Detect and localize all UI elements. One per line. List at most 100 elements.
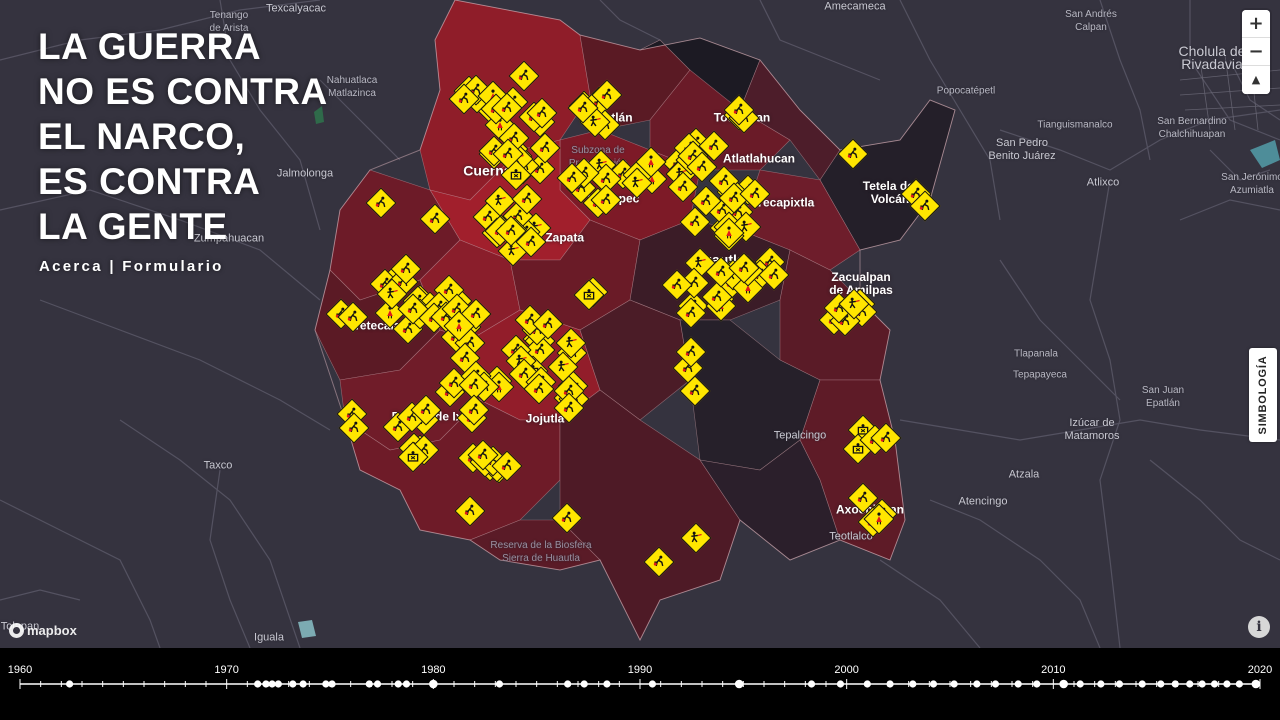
timeline-event-dot[interactable] [429,679,438,689]
sign-glyph-icon [696,160,709,173]
timeline-event-dot[interactable] [394,680,402,688]
timeline-event-dot[interactable] [1115,680,1124,688]
timeline-event-dot[interactable] [289,680,297,688]
timeline-event-dot[interactable] [836,680,845,688]
timeline-year-label: 2000 [834,664,858,676]
sign-glyph-icon [407,302,420,315]
map-canvas[interactable]: Tenango de Arista Texcalyacac Amecameca San… [0,0,1280,648]
sign-glyph-icon [671,278,684,291]
timeline-event-dot[interactable] [1223,680,1231,688]
timeline-event-dot[interactable] [1097,680,1105,688]
timeline-event-dot[interactable] [365,680,373,688]
sign-glyph-icon [733,103,746,116]
sign-glyph-icon [494,194,507,207]
timeline-event-dot[interactable] [254,680,262,688]
about-link[interactable]: Acerca [39,258,103,275]
sign-glyph-icon [507,244,520,257]
sign-glyph-icon [645,155,658,168]
timeline-event-dot[interactable] [262,680,270,688]
sign-glyph-icon [443,283,456,296]
incident-sign-icon[interactable] [551,502,583,534]
incident-sign-icon[interactable] [365,187,397,219]
timeline-event-dot[interactable] [886,680,894,688]
timeline-event-dot[interactable] [807,680,816,688]
timeline-event-dot[interactable] [402,680,411,688]
timeline-event-dot[interactable] [734,679,744,689]
timeline-event-dot[interactable] [495,680,504,688]
sign-glyph-icon [685,306,698,319]
timeline-year-label: 2020 [1248,664,1272,676]
incident-sign-icon[interactable] [643,546,675,578]
incident-sign-icon[interactable] [680,522,712,554]
sign-glyph-icon [518,69,531,82]
incident-sign-icon[interactable] [419,203,451,235]
timeline-event-dot[interactable] [1171,680,1179,688]
sign-glyph-icon [601,88,614,101]
nav-links: Acerca | Formulario [39,258,224,275]
timeline-event-dot[interactable] [973,680,981,688]
info-button[interactable]: i [1248,616,1270,638]
compass-button[interactable]: ▲ [1242,66,1270,94]
sign-glyph-icon [723,226,736,239]
sign-glyph-icon [700,194,713,207]
sign-glyph-icon [510,168,523,181]
sign-glyph-icon [375,196,388,209]
timeline-event-dot[interactable] [328,680,336,688]
sign-glyph-icon [453,319,466,332]
legend-toggle-button[interactable]: SIMBOLOGÍA [1249,348,1277,442]
sign-glyph-icon [577,101,590,114]
timeline-event-dot[interactable] [322,680,330,688]
sign-glyph-icon [533,382,546,395]
timeline-event-dot[interactable] [863,680,871,688]
timeline-event-dot[interactable] [580,680,588,688]
timeline-event-dot[interactable] [274,680,282,688]
timeline-event-dot[interactable] [1198,680,1206,688]
sign-glyph-icon [521,192,534,205]
map-controls: + − ▲ [1242,10,1270,94]
timeline-event-dot[interactable] [950,680,958,688]
timeline-event-dot[interactable] [991,680,1000,688]
timeline-slider[interactable]: 1960 1970 1980 1990 2000 2010 2020 [0,648,1280,720]
sign-glyph-icon [539,141,552,154]
timeline-event-dot[interactable] [1157,680,1165,688]
sign-glyph-icon [847,147,860,160]
timeline-event-dot[interactable] [268,680,276,688]
form-link[interactable]: Formulario [122,258,223,275]
timeline-axis[interactable]: 1960 1970 1980 1990 2000 2010 2020 [0,648,1280,720]
zoom-out-button[interactable]: − [1242,38,1270,66]
timeline-event-dot[interactable] [1059,679,1068,689]
timeline-event-dot[interactable] [373,680,382,688]
mapbox-logo[interactable]: mapbox [9,623,77,638]
timeline-event-dot[interactable] [1235,680,1243,688]
sign-glyph-icon [501,101,514,114]
timeline-event-dot[interactable] [929,680,938,688]
sign-glyph-icon [631,176,644,189]
sign-glyph-icon [589,115,602,128]
sign-glyph-icon [583,288,596,301]
sign-glyph-icon [458,92,471,105]
zoom-in-button[interactable]: + [1242,10,1270,38]
timeline-event-dot[interactable] [1138,680,1146,688]
sign-glyph-icon [848,297,861,310]
sign-glyph-icon [694,256,707,269]
timeline-event-dot[interactable] [1210,680,1219,688]
sign-glyph-icon [718,174,731,187]
timeline-event-dot[interactable] [564,680,572,688]
incident-sign-icon[interactable] [454,495,486,527]
page-title: LA GUERRA NO ES CONTRA EL NARCO, ES CONT… [38,26,328,247]
timeline-event-dot[interactable] [909,680,917,688]
timeline-event-dot[interactable] [1033,680,1041,688]
timeline-event-dot[interactable] [1076,680,1084,688]
sign-glyph-icon [501,459,514,472]
timeline-event-dot[interactable] [1014,680,1022,688]
timeline-event-dot[interactable] [66,680,74,688]
timeline-event-dot[interactable] [603,680,611,688]
sign-glyph-icon [505,224,518,237]
timeline-event-dot[interactable] [1251,679,1261,689]
timeline-event-dot[interactable] [299,680,307,688]
sign-glyph-icon [565,336,578,349]
incident-sign-icon[interactable] [837,138,869,170]
timeline-event-dot[interactable] [1186,680,1194,688]
sign-glyph-icon [557,360,570,373]
timeline-event-dot[interactable] [648,680,657,688]
